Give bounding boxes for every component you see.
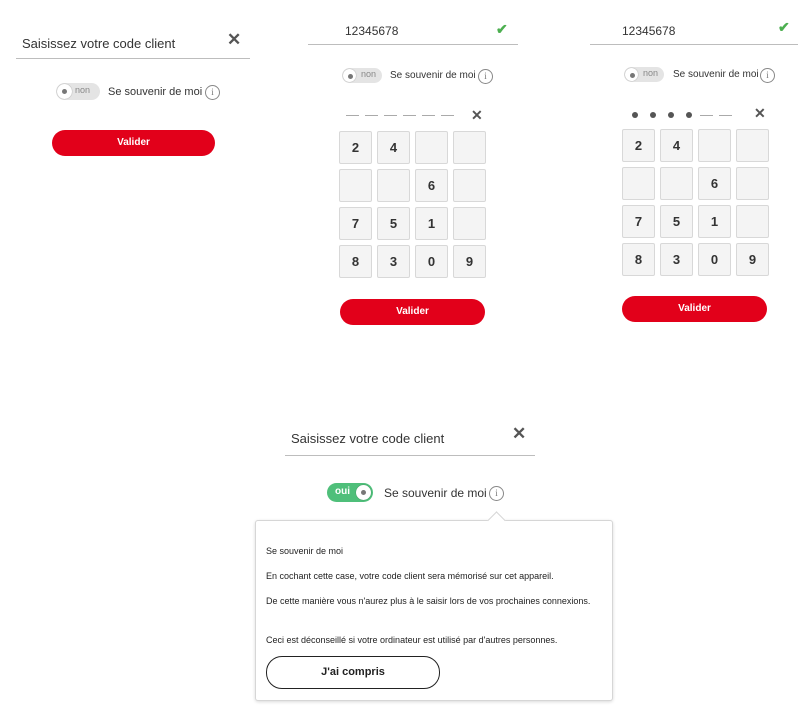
- toggle-knob: [57, 84, 72, 99]
- keypad-key-5[interactable]: 5: [377, 207, 410, 240]
- keypad-key-blank[interactable]: [736, 129, 769, 162]
- keypad-key-blank[interactable]: [339, 169, 372, 202]
- keypad-key-9[interactable]: 9: [453, 245, 486, 278]
- remember-me-label: Se souvenir de moi: [384, 486, 487, 500]
- pin-digit-empty: [719, 114, 732, 116]
- keypad-key-6[interactable]: 6: [698, 167, 731, 200]
- tooltip-text-3: Ceci est déconseillé si votre ordinateur…: [266, 635, 558, 645]
- pin-digit-filled: [650, 112, 656, 118]
- keypad-key-blank[interactable]: [415, 131, 448, 164]
- close-icon[interactable]: ✕: [227, 31, 241, 48]
- keypad-key-0[interactable]: 0: [698, 243, 731, 276]
- submit-button[interactable]: Valider: [52, 130, 215, 156]
- info-icon[interactable]: i: [205, 85, 220, 100]
- tooltip-text-1: En cochant cette case, votre code client…: [266, 571, 554, 581]
- toggle-state-label: oui: [335, 486, 350, 497]
- client-code-value: 12345678: [622, 24, 676, 38]
- keypad-key-blank[interactable]: [377, 169, 410, 202]
- info-icon[interactable]: i: [478, 69, 493, 84]
- remember-me-toggle[interactable]: non: [56, 83, 100, 100]
- pin-digit-filled: [686, 112, 692, 118]
- keypad-key-blank[interactable]: [698, 129, 731, 162]
- pin-keypad: 246 751 8309: [339, 131, 486, 278]
- remember-me-label: Se souvenir de moi: [108, 86, 203, 98]
- keypad-key-7[interactable]: 7: [622, 205, 655, 238]
- pin-digit-filled: [668, 112, 674, 118]
- clear-pin-icon[interactable]: ✕: [471, 108, 483, 122]
- pin-digit-filled: [632, 112, 638, 118]
- client-code-field[interactable]: 12345678: [308, 20, 518, 45]
- pin-digit-empty: [346, 115, 359, 116]
- pin-digit-empty: [700, 114, 713, 116]
- pin-digit-empty: [384, 115, 397, 116]
- pin-digit-empty: [441, 115, 454, 116]
- keypad-key-0[interactable]: 0: [415, 245, 448, 278]
- pin-digit-empty: [403, 115, 416, 116]
- checkmark-icon: ✔: [496, 21, 508, 37]
- toggle-knob: [625, 68, 638, 81]
- toggle-knob: [343, 69, 356, 82]
- keypad-key-blank[interactable]: [622, 167, 655, 200]
- keypad-key-blank[interactable]: [736, 205, 769, 238]
- keypad-key-1[interactable]: 1: [415, 207, 448, 240]
- tooltip-title: Se souvenir de moi: [266, 546, 344, 556]
- submit-button[interactable]: Valider: [622, 296, 767, 322]
- keypad-key-7[interactable]: 7: [339, 207, 372, 240]
- tooltip-text-2: De cette manière vous n'aurez plus à le …: [266, 596, 591, 606]
- keypad-key-8[interactable]: 8: [622, 243, 655, 276]
- pin-digit-empty: [365, 115, 378, 116]
- checkmark-icon: ✔: [778, 19, 790, 35]
- toggle-knob: [356, 485, 371, 500]
- keypad-key-2[interactable]: 2: [622, 129, 655, 162]
- close-icon[interactable]: ✕: [512, 425, 526, 442]
- pin-indicator: [628, 112, 738, 118]
- toggle-state-label: non: [361, 69, 377, 79]
- remember-me-toggle[interactable]: non: [342, 68, 382, 83]
- remember-me-label: Se souvenir de moi: [673, 69, 759, 80]
- remember-me-label: Se souvenir de moi: [390, 70, 476, 81]
- keypad-key-1[interactable]: 1: [698, 205, 731, 238]
- keypad-key-3[interactable]: 3: [660, 243, 693, 276]
- keypad-key-8[interactable]: 8: [339, 245, 372, 278]
- remember-me-toggle[interactable]: non: [624, 67, 664, 82]
- pin-digit-empty: [422, 115, 435, 116]
- client-code-field[interactable]: Saisissez votre code client: [16, 28, 250, 59]
- keypad-key-blank[interactable]: [453, 131, 486, 164]
- tooltip-arrow: [487, 511, 506, 530]
- pin-indicator: [346, 115, 460, 116]
- client-code-field[interactable]: 12345678: [590, 20, 798, 45]
- keypad-key-4[interactable]: 4: [660, 129, 693, 162]
- info-icon[interactable]: i: [489, 486, 504, 501]
- pin-keypad: 246 751 8309: [622, 129, 769, 276]
- keypad-key-9[interactable]: 9: [736, 243, 769, 276]
- clear-pin-icon[interactable]: ✕: [754, 106, 766, 120]
- keypad-key-6[interactable]: 6: [415, 169, 448, 202]
- keypad-key-3[interactable]: 3: [377, 245, 410, 278]
- submit-button[interactable]: Valider: [340, 299, 485, 325]
- keypad-key-2[interactable]: 2: [339, 131, 372, 164]
- keypad-key-5[interactable]: 5: [660, 205, 693, 238]
- client-code-placeholder: Saisissez votre code client: [22, 36, 176, 51]
- client-code-value: 12345678: [345, 24, 399, 38]
- client-code-field[interactable]: Saisissez votre code client: [285, 423, 535, 456]
- toggle-state-label: non: [643, 68, 659, 78]
- keypad-key-blank[interactable]: [660, 167, 693, 200]
- keypad-key-4[interactable]: 4: [377, 131, 410, 164]
- keypad-key-blank[interactable]: [736, 167, 769, 200]
- toggle-state-label: non: [75, 85, 91, 95]
- client-code-placeholder: Saisissez votre code client: [291, 431, 445, 446]
- remember-me-tooltip: Se souvenir de moi En cochant cette case…: [255, 511, 613, 701]
- info-icon[interactable]: i: [760, 68, 775, 83]
- keypad-key-blank[interactable]: [453, 169, 486, 202]
- keypad-key-blank[interactable]: [453, 207, 486, 240]
- remember-me-toggle[interactable]: oui: [327, 483, 373, 502]
- understood-button[interactable]: J'ai compris: [266, 656, 440, 689]
